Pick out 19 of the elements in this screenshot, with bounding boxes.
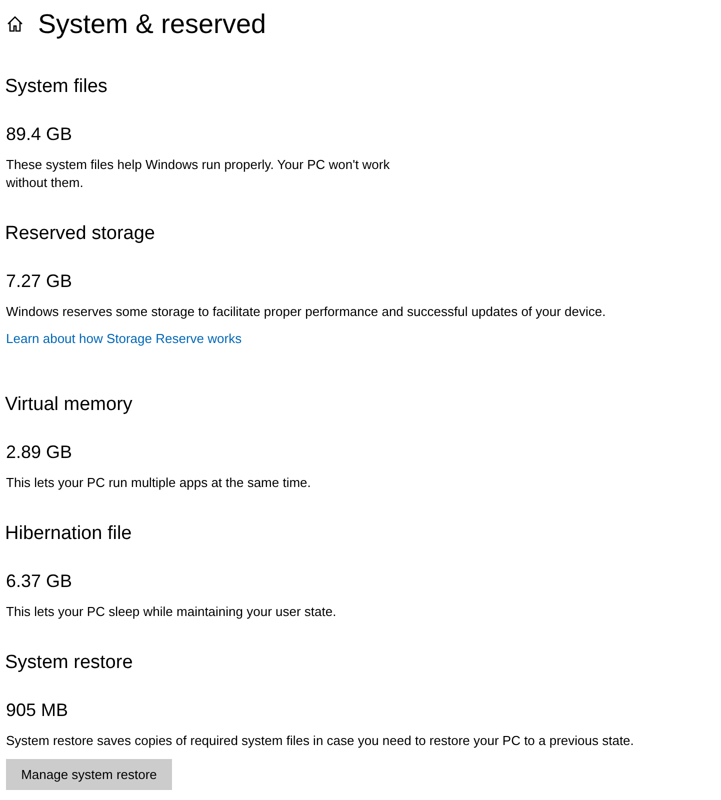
section-heading: Virtual memory	[5, 393, 134, 417]
size-value: 89.4 GB	[6, 123, 74, 146]
size-value: 7.27 GB	[6, 270, 74, 293]
section-heading: Hibernation file	[5, 522, 133, 546]
learn-more-link[interactable]: Learn about how Storage Reserve works	[6, 330, 242, 348]
description-text: These system files help Windows run properly. Your PC won't work without them.	[6, 156, 391, 192]
page-title: System & reserved	[38, 8, 266, 41]
size-value: 6.37 GB	[6, 570, 74, 593]
section-heading: System restore	[5, 651, 134, 675]
size-value: 905 MB	[6, 699, 70, 722]
section-heading: System files	[5, 75, 108, 99]
size-value: 2.89 GB	[6, 441, 74, 464]
description-text: This lets your PC sleep while maintaining your user state.	[6, 603, 338, 621]
manage-button[interactable]: Manage system restore	[6, 759, 172, 790]
section-heading: Reserved storage	[5, 222, 156, 246]
description-text: Windows reserves some storage to facilitate proper performance and successful updates of your device.	[6, 303, 607, 321]
home-icon[interactable]	[6, 15, 24, 33]
description-text: This lets your PC run multiple apps at the same time.	[6, 474, 312, 492]
description-text: System restore saves copies of required system files in case you need to restore your PC to a previous state.	[6, 732, 635, 750]
